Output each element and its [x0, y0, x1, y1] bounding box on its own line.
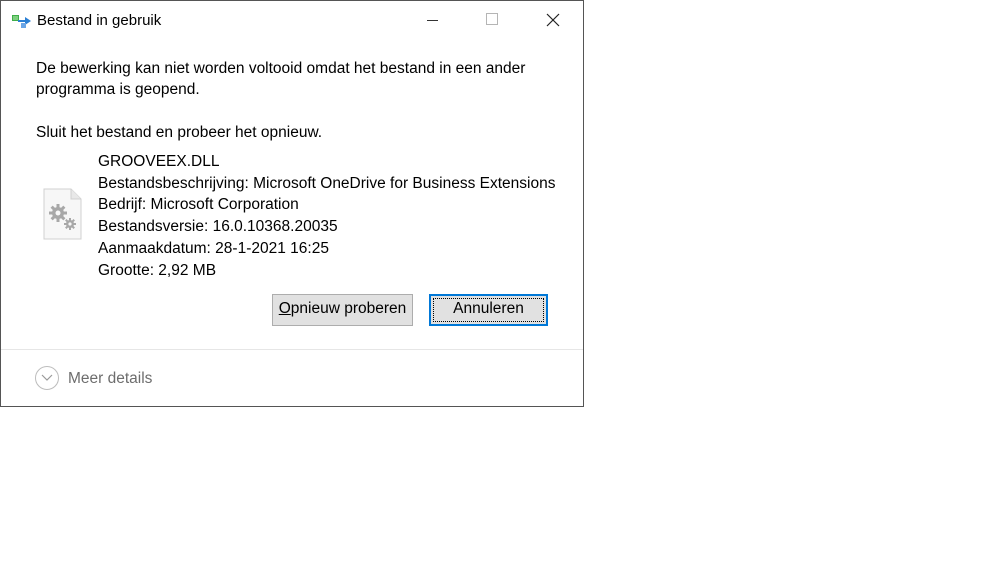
- maximize-icon: [486, 13, 498, 25]
- dll-file-gear-icon: [43, 188, 83, 240]
- maximize-button[interactable]: [469, 1, 515, 41]
- file-details: GROOVEEX.DLL Bestandsbeschrijving: Micro…: [98, 151, 555, 281]
- error-message: De bewerking kan niet worden voltooid om…: [36, 60, 526, 98]
- file-version: Bestandsversie: 16.0.10368.20035: [98, 218, 338, 236]
- window-title: Bestand in gebruik: [37, 12, 162, 29]
- minimize-icon: [427, 20, 438, 21]
- file-name: GROOVEEX.DLL: [98, 153, 220, 170]
- file-company: Bedrijf: Microsoft Corporation: [98, 196, 299, 214]
- retry-mnemonic: O: [278, 300, 291, 317]
- file-description: Bestandsbeschrijving: Microsoft OneDrive…: [98, 174, 556, 192]
- footer-divider: [1, 349, 583, 350]
- cancel-button[interactable]: Annuleren: [429, 294, 548, 326]
- focus-ring: [433, 298, 544, 322]
- chevron-down-icon[interactable]: [35, 366, 59, 390]
- close-button[interactable]: [530, 1, 576, 41]
- retry-button[interactable]: Opnieuw proberen: [272, 294, 413, 326]
- file-transfer-icon: [12, 14, 32, 28]
- file-created-date: Aanmaakdatum: 28-1-2021 16:25: [98, 239, 329, 257]
- more-details-label[interactable]: Meer details: [68, 369, 152, 389]
- minimize-button[interactable]: [410, 1, 456, 41]
- title-bar[interactable]: Bestand in gebruik: [1, 1, 583, 41]
- file-in-use-dialog: Bestand in gebruik De bewerking kan niet…: [0, 0, 584, 407]
- retry-label: pnieuw proberen: [290, 300, 407, 317]
- file-size: Grootte: 2,92 MB: [98, 261, 217, 279]
- instruction-message: Sluit het bestand en probeer het opnieuw…: [36, 124, 323, 141]
